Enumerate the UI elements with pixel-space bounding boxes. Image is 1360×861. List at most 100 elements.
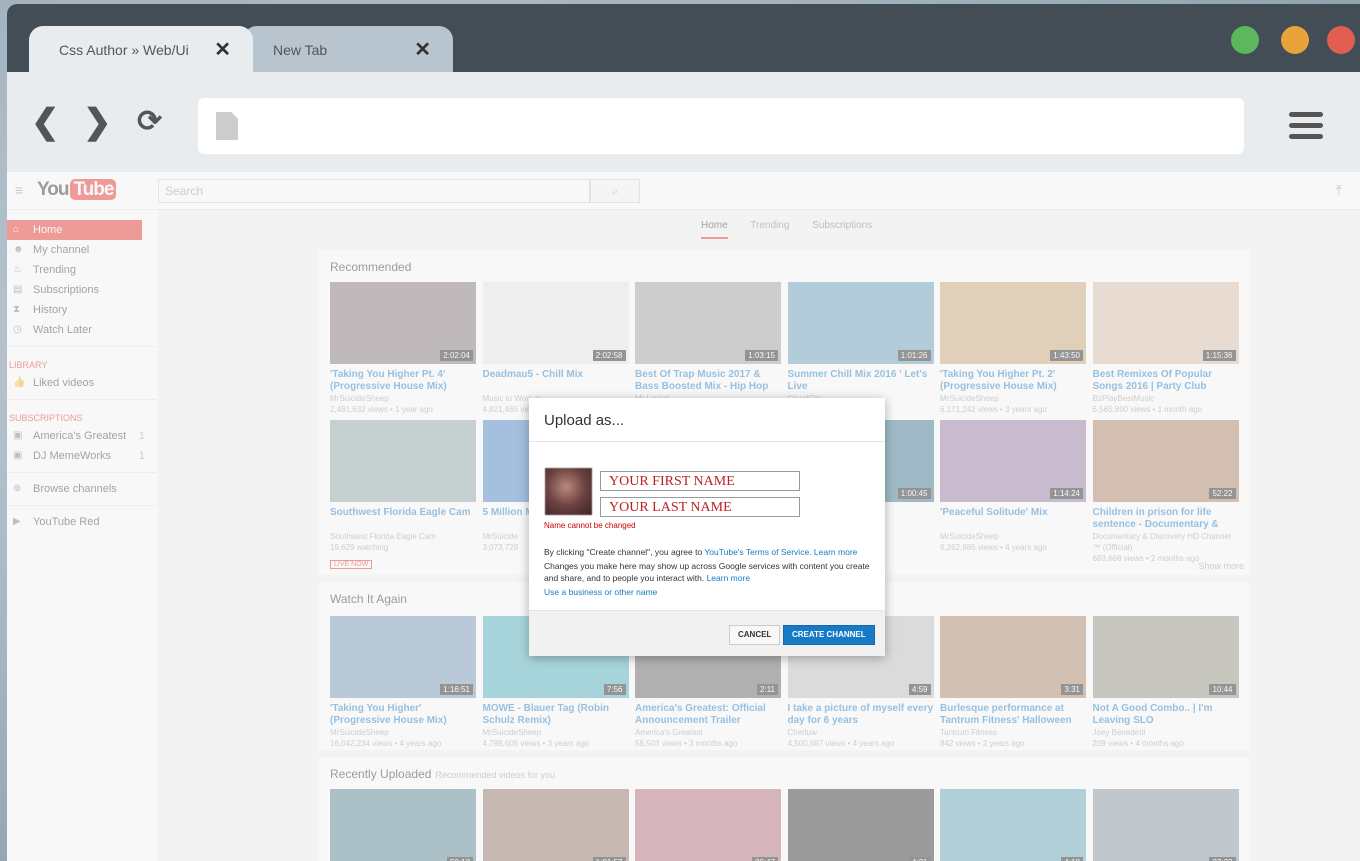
- sidebar-item-watch-later[interactable]: ◷ Watch Later: [7, 320, 157, 340]
- guide-menu-icon[interactable]: ≡: [15, 182, 23, 198]
- video-thumbnail[interactable]: 4:18: [940, 789, 1086, 861]
- video-thumbnail[interactable]: 1:03:15: [635, 282, 781, 364]
- video-card[interactable]: 10:44 Not A Good Combo.. | I'm Leaving SL…: [1092, 616, 1239, 749]
- video-card[interactable]: 1:01:57: [482, 789, 629, 861]
- video-card[interactable]: 2:02:04 'Taking You Higher Pt. 4' (Progre…: [330, 282, 476, 415]
- tab-home[interactable]: Home: [701, 220, 728, 239]
- video-channel[interactable]: MrSuicideSheep: [330, 393, 476, 404]
- sidebar-item-dj-memeworks[interactable]: ▣ DJ MemeWorks 1: [7, 446, 157, 466]
- video-thumbnail[interactable]: 2:02:04: [330, 282, 476, 364]
- learn-more-link[interactable]: Learn more: [707, 573, 750, 583]
- video-title[interactable]: America's Greatest: Official Announcemen…: [635, 703, 781, 727]
- video-thumbnail[interactable]: [330, 420, 476, 502]
- video-thumbnail[interactable]: 50:13: [330, 789, 476, 861]
- sidebar-item-subscriptions[interactable]: ▤ Subscriptions: [7, 280, 157, 300]
- search-icon[interactable]: ⌕: [590, 179, 640, 203]
- video-title[interactable]: I take a picture of myself every day for…: [788, 703, 934, 727]
- sidebar-item-americas-greatest[interactable]: ▣ America's Greatest 1: [7, 426, 157, 446]
- video-thumbnail[interactable]: 1:01:26: [787, 282, 934, 364]
- video-card[interactable]: 1:14:24 'Peaceful Solitude' Mix MrSuicideS…: [940, 420, 1086, 553]
- video-card[interactable]: 52:22 Children in prison for life sentenc…: [1092, 420, 1239, 564]
- video-title[interactable]: Not A Good Combo.. | I'm Leaving SLO: [1093, 703, 1239, 727]
- video-channel[interactable]: Cherluw: [788, 727, 934, 738]
- sidebar-item-home[interactable]: ⌂ Home: [7, 220, 142, 240]
- video-title[interactable]: 'Taking You Higher' (Progressive House M…: [330, 703, 476, 727]
- video-title[interactable]: Deadmau5 - Chill Mix: [483, 369, 629, 393]
- video-thumbnail[interactable]: 3:31: [940, 616, 1086, 698]
- video-card[interactable]: 1:15:36 Best Remixes Of Popular Songs 201…: [1092, 282, 1239, 415]
- close-window-button[interactable]: [1327, 26, 1355, 54]
- use-business-name-link[interactable]: Use a business or other name: [544, 587, 657, 597]
- video-card[interactable]: 1:01:26 Summer Chill Mix 2016 ' Let's Liv…: [787, 282, 934, 415]
- video-title[interactable]: 'Taking You Higher Pt. 4' (Progressive H…: [330, 369, 476, 393]
- tab-css-author[interactable]: Css Author » Web/Ui ✕: [29, 26, 253, 72]
- tab-new-tab[interactable]: New Tab ✕: [243, 26, 453, 72]
- learn-more-link[interactable]: Learn more: [814, 547, 857, 557]
- video-card[interactable]: 3:31 Burlesque performance at Tantrum Fit…: [940, 616, 1086, 749]
- first-name-field[interactable]: YOUR FIRST NAME: [600, 471, 800, 491]
- tab-trending[interactable]: Trending: [750, 220, 789, 231]
- video-thumbnail[interactable]: 1:15:36: [1092, 282, 1239, 364]
- video-card[interactable]: 1:03:15 Best Of Trap Music 2017 & Bass Bo…: [635, 282, 781, 404]
- tab-subscriptions[interactable]: Subscriptions: [812, 220, 872, 231]
- video-card[interactable]: 1:43:50 'Taking You Higher Pt. 2' (Progre…: [940, 282, 1086, 415]
- video-channel[interactable]: Southwest Florida Eagle Cam: [330, 531, 476, 542]
- sidebar-item-trending[interactable]: ♨ Trending: [7, 260, 157, 280]
- close-icon[interactable]: ✕: [214, 37, 231, 62]
- cancel-button[interactable]: CANCEL: [729, 625, 781, 645]
- sidebar-item-history[interactable]: ⧗ History: [7, 300, 157, 320]
- address-bar[interactable]: [198, 98, 1244, 154]
- video-thumbnail[interactable]: 4:21: [787, 789, 934, 861]
- hamburger-menu-icon[interactable]: [1289, 112, 1323, 145]
- video-channel[interactable]: MrSuicideSheep: [483, 727, 629, 738]
- video-card[interactable]: 4:18: [940, 789, 1086, 861]
- video-title[interactable]: 'Peaceful Solitude' Mix: [940, 507, 1086, 531]
- video-thumbnail[interactable]: 1:01:57: [482, 789, 629, 861]
- sidebar-item-my-channel[interactable]: ☻ My channel: [7, 240, 157, 260]
- video-channel[interactable]: Documentary & Discovery HD Channel ™ (Of…: [1093, 531, 1239, 553]
- video-card[interactable]: Southwest Florida Eagle Cam Southwest Flo…: [330, 420, 476, 571]
- video-title[interactable]: Southwest Florida Eagle Cam: [330, 507, 476, 531]
- video-channel[interactable]: America's Greatest: [635, 727, 781, 738]
- upload-icon[interactable]: ⤒: [1336, 182, 1342, 199]
- video-thumbnail[interactable]: 1:14:24: [940, 420, 1086, 502]
- video-channel[interactable]: MrSuicideSheep: [330, 727, 476, 738]
- video-card[interactable]: 50:13: [330, 789, 476, 861]
- video-thumbnail[interactable]: 1:43:50: [940, 282, 1086, 364]
- video-card[interactable]: 26:47: [635, 789, 781, 861]
- video-card[interactable]: 1:16:51 'Taking You Higher' (Progressive …: [330, 616, 476, 749]
- close-icon[interactable]: ✕: [414, 37, 431, 62]
- youtube-logo[interactable]: You Tube: [37, 179, 117, 201]
- video-card[interactable]: 2:02:58 Deadmau5 - Chill Mix Music to Work…: [482, 282, 629, 415]
- video-thumbnail[interactable]: 26:47: [635, 789, 781, 861]
- last-name-field[interactable]: YOUR LAST NAME: [600, 497, 800, 517]
- video-title[interactable]: Burlesque performance at Tantrum Fitness…: [940, 703, 1086, 727]
- video-title[interactable]: MÖWE - Blauer Tag (Robin Schulz Remix): [483, 703, 629, 727]
- sidebar-item-liked-videos[interactable]: 👍 Liked videos: [7, 373, 157, 393]
- maximize-button[interactable]: [1231, 26, 1259, 54]
- video-title[interactable]: Best Of Trap Music 2017 & Bass Boosted M…: [635, 369, 781, 393]
- video-thumbnail[interactable]: 52:22: [1092, 420, 1239, 502]
- video-title[interactable]: Summer Chill Mix 2016 ' Let's Live: [788, 369, 934, 393]
- minimize-button[interactable]: [1281, 26, 1309, 54]
- video-card[interactable]: 37:33: [1092, 789, 1239, 861]
- search-input[interactable]: Search: [158, 179, 590, 203]
- sidebar-item-youtube-red[interactable]: ▶ YouTube Red: [7, 512, 157, 532]
- video-channel[interactable]: Joey Benedetti: [1093, 727, 1239, 738]
- video-title[interactable]: Best Remixes Of Popular Songs 2016 | Par…: [1093, 369, 1239, 393]
- video-title[interactable]: Children in prison for life sentence - D…: [1093, 507, 1239, 531]
- video-thumbnail[interactable]: 1:16:51: [330, 616, 476, 698]
- video-channel[interactable]: MrSuicideSheep: [940, 531, 1086, 542]
- reload-icon[interactable]: ⟳: [137, 104, 162, 139]
- video-channel[interactable]: BzPlayBestMusic: [1093, 393, 1239, 404]
- video-thumbnail[interactable]: 37:33: [1092, 789, 1239, 861]
- show-more-link[interactable]: Show more: [1198, 561, 1244, 571]
- video-thumbnail[interactable]: 10:44: [1092, 616, 1239, 698]
- video-channel[interactable]: MrSuicideSheep: [940, 393, 1086, 404]
- sidebar-item-browse-channels[interactable]: ⊕ Browse channels: [7, 479, 157, 499]
- video-card[interactable]: 4:21: [787, 789, 934, 861]
- video-channel[interactable]: Tantrum Fitness: [940, 727, 1086, 738]
- back-icon[interactable]: ❮: [31, 102, 60, 142]
- create-channel-button[interactable]: CREATE CHANNEL: [783, 625, 875, 645]
- terms-of-service-link[interactable]: YouTube's Terms of Service.: [704, 547, 811, 557]
